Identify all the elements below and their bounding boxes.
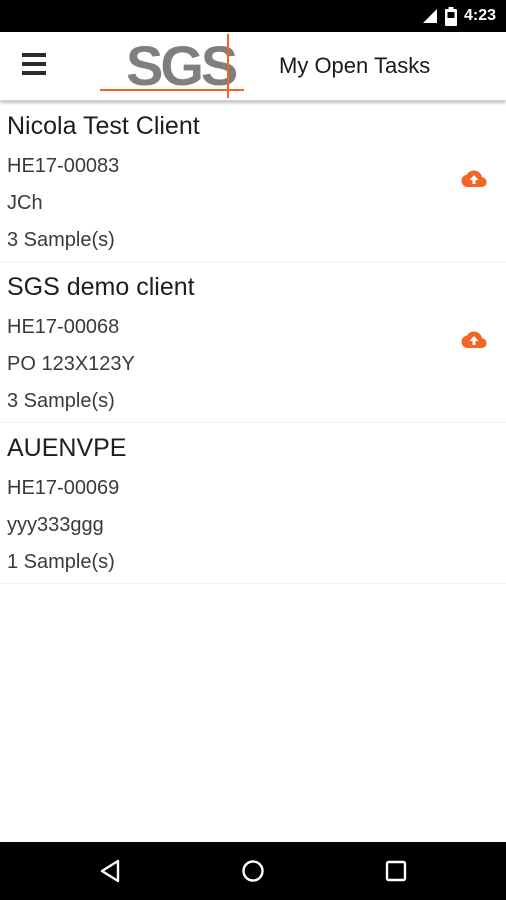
- status-time: 4:23: [463, 7, 496, 24]
- logo-text: SGS: [126, 34, 238, 97]
- task-job-number: HE17-00068: [7, 316, 120, 338]
- battery-icon: [444, 6, 457, 26]
- task-client-name: AUENVPE: [7, 434, 127, 462]
- task-reference: yyy333ggg: [7, 514, 104, 536]
- cloud-upload-icon[interactable]: [461, 330, 487, 350]
- status-icons: 4:23: [422, 0, 496, 32]
- task-item[interactable]: SGS demo client HE17-00068 PO 123X123Y 3…: [0, 262, 506, 423]
- task-item[interactable]: Nicola Test Client HE17-00083 JCh 3 Samp…: [0, 101, 506, 262]
- task-reference: JCh: [7, 192, 43, 214]
- status-bar: 4:23: [0, 0, 506, 32]
- task-client-name: SGS demo client: [7, 273, 195, 301]
- menu-line: [22, 53, 46, 57]
- task-job-number: HE17-00083: [7, 155, 120, 177]
- task-sample-count: 3 Sample(s): [7, 390, 115, 412]
- recents-icon[interactable]: [381, 856, 411, 886]
- task-reference: PO 123X123Y: [7, 353, 135, 375]
- page-title: My Open Tasks: [279, 53, 431, 78]
- back-icon[interactable]: [96, 856, 126, 886]
- task-item[interactable]: AUENVPE HE17-00069 yyy333ggg 1 Sample(s): [0, 423, 506, 584]
- sgs-logo: SGS: [100, 32, 246, 100]
- logo-horizontal-line: [100, 89, 244, 91]
- menu-line: [22, 62, 46, 66]
- hamburger-menu-icon[interactable]: [22, 53, 48, 79]
- logo-vertical-line: [227, 34, 229, 98]
- home-icon[interactable]: [238, 856, 268, 886]
- task-list: Nicola Test Client HE17-00083 JCh 3 Samp…: [0, 101, 506, 584]
- navigation-bar: [0, 842, 506, 900]
- task-sample-count: 1 Sample(s): [7, 551, 115, 573]
- signal-icon: [422, 9, 437, 23]
- app-bar: SGS My Open Tasks: [0, 32, 506, 101]
- task-client-name: Nicola Test Client: [7, 112, 200, 140]
- task-job-number: HE17-00069: [7, 477, 120, 499]
- task-sample-count: 3 Sample(s): [7, 229, 115, 251]
- screen: 4:23 SGS My Open Tasks Nicola Test Clien…: [0, 0, 506, 900]
- cloud-upload-icon[interactable]: [461, 169, 487, 189]
- menu-line: [22, 71, 46, 75]
